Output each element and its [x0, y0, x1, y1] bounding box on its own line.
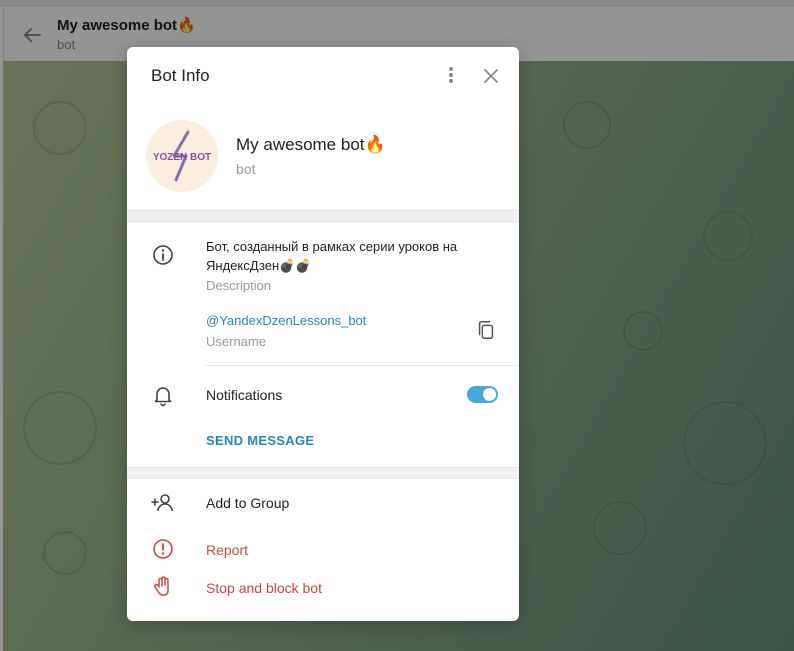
stop-block-button[interactable]: Stop and block bot — [206, 580, 322, 596]
notifications-toggle[interactable] — [467, 386, 498, 403]
add-to-group-button[interactable]: Add to Group — [206, 495, 289, 511]
toggle-knob — [483, 388, 496, 401]
divider — [206, 365, 519, 366]
description-label: Description — [206, 278, 272, 293]
info-icon — [153, 245, 173, 265]
add-user-icon — [151, 494, 173, 512]
section-separator — [127, 210, 519, 222]
more-vertical-icon[interactable] — [445, 65, 457, 85]
copy-icon[interactable] — [475, 319, 497, 341]
avatar-text: YOZEN BOT — [153, 152, 211, 163]
notifications-label: Notifications — [206, 387, 283, 403]
bell-icon — [154, 387, 172, 407]
username-label: Username — [206, 334, 266, 349]
report-icon — [153, 539, 173, 559]
modal-title: Bot Info — [151, 66, 210, 85]
bot-logo-icon: YOZEN BOT — [153, 130, 211, 182]
description-text: Бот, созданный в рамках серии уроков на … — [206, 239, 458, 273]
username-link[interactable]: @YandexDzenLessons_bot — [206, 313, 366, 328]
avatar[interactable]: YOZEN BOT — [146, 120, 218, 192]
bot-info-modal: Bot Info YOZEN BOT My awesome bot🔥 bot Б… — [127, 47, 519, 621]
send-message-button[interactable]: SEND MESSAGE — [206, 433, 314, 448]
report-button[interactable]: Report — [206, 542, 248, 558]
bot-kind: bot — [236, 161, 256, 177]
stop-hand-icon — [154, 576, 169, 596]
close-icon[interactable] — [481, 66, 501, 86]
section-separator — [127, 467, 519, 479]
bot-name: My awesome bot🔥 — [236, 135, 386, 154]
